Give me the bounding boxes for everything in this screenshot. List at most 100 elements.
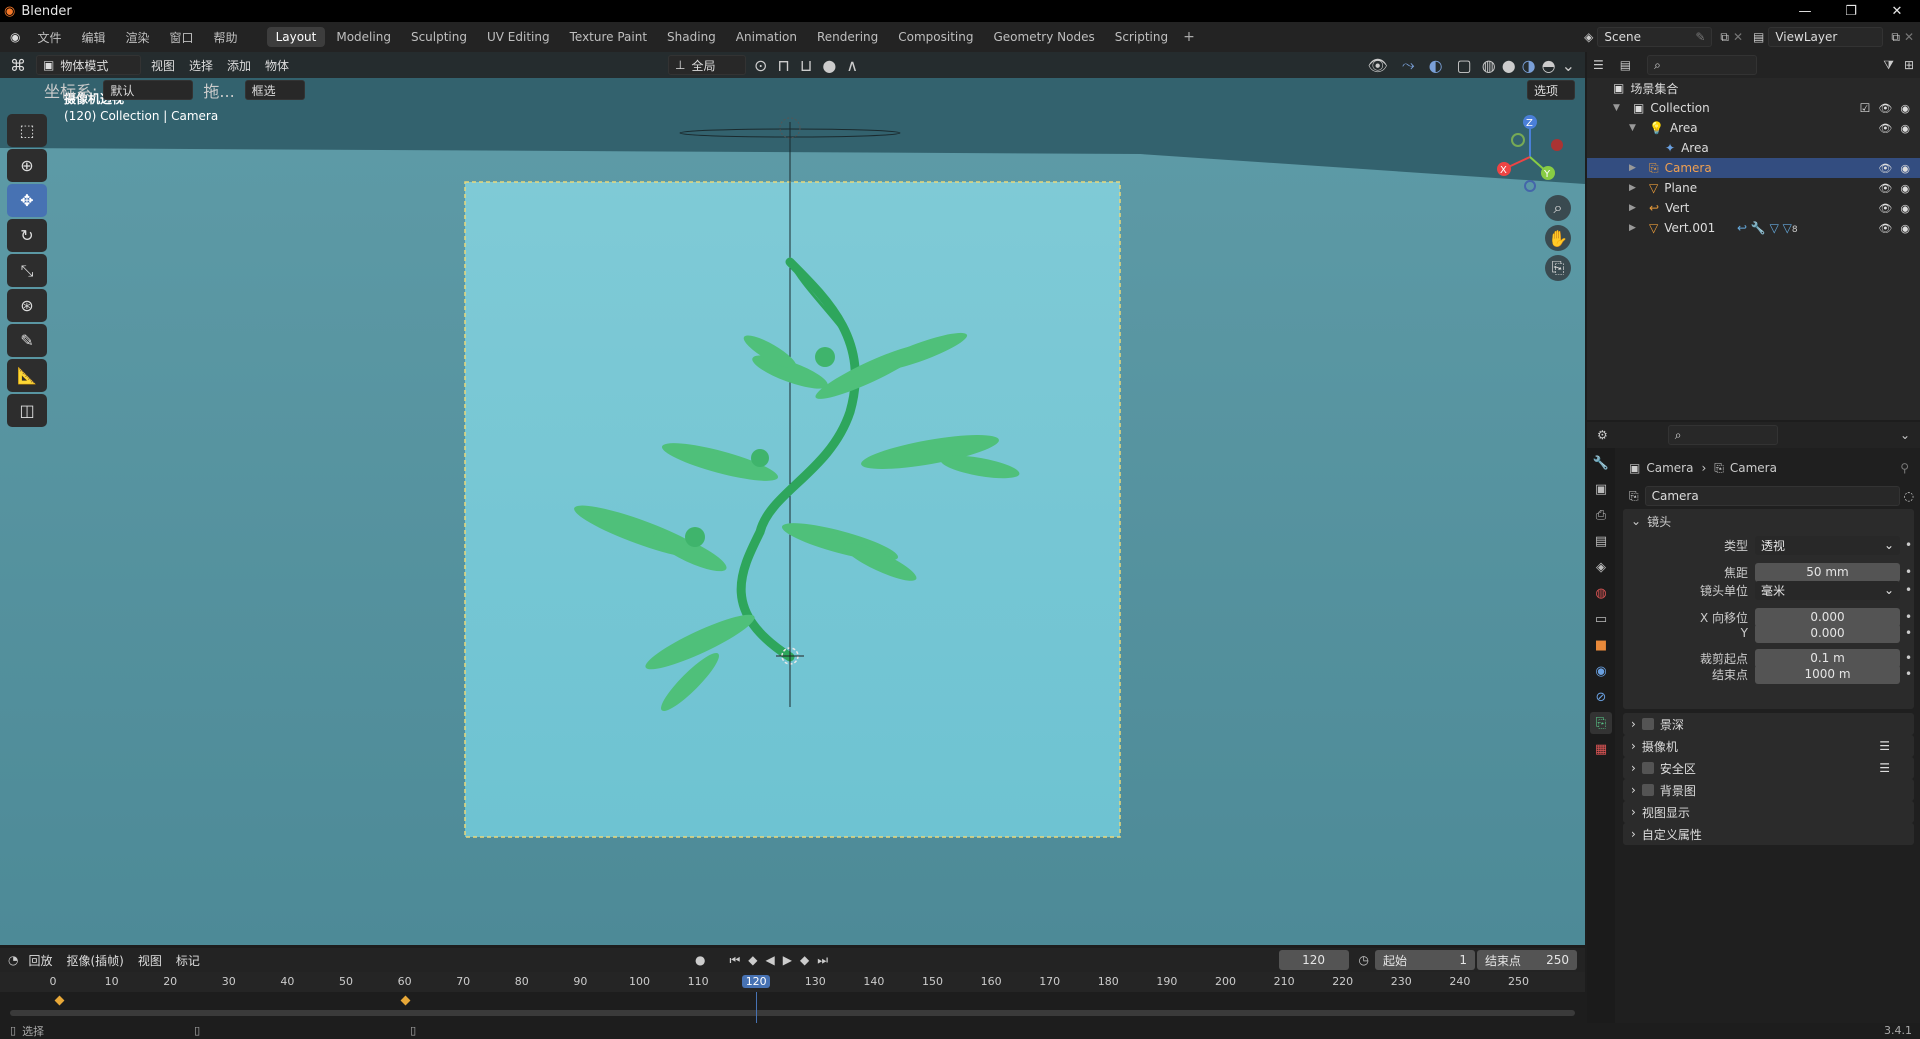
- render-camera-icon[interactable]: ◉: [1900, 202, 1910, 215]
- mode-selector[interactable]: ▣ 物体模式: [36, 55, 141, 75]
- collapsed-panel[interactable]: › 安全区 ☰: [1623, 757, 1914, 779]
- jump-start-icon[interactable]: ⏮: [729, 953, 740, 968]
- view-layer-selector[interactable]: ViewLayer: [1768, 27, 1884, 47]
- workspace-tab[interactable]: Shading: [658, 27, 725, 47]
- outliner-row[interactable]: ▶ ▽ Plane 👁 ◉: [1587, 178, 1920, 198]
- viewport-menu-item[interactable]: 物体: [265, 57, 289, 74]
- keyframe-dot-icon[interactable]: •: [1905, 610, 1912, 624]
- physics-tab-icon[interactable]: ◉: [1590, 660, 1612, 682]
- render-camera-icon[interactable]: ◉: [1900, 102, 1910, 115]
- property-value[interactable]: 1000 m: [1755, 664, 1900, 684]
- eye-icon[interactable]: 👁: [1878, 122, 1892, 135]
- menu-item[interactable]: 编辑: [73, 26, 115, 49]
- blender-menu-icon[interactable]: ◉: [10, 30, 20, 44]
- viewport-menu-item[interactable]: 选择: [189, 57, 213, 74]
- workspace-tab[interactable]: Compositing: [889, 27, 982, 47]
- proportional-icon[interactable]: ●: [822, 56, 836, 75]
- outliner-row[interactable]: ▶ ⎘ Camera 👁 ◉: [1587, 158, 1920, 178]
- camera-data-tab-icon[interactable]: ⎘: [1590, 712, 1612, 734]
- delete-view-layer-icon[interactable]: ✕: [1904, 30, 1914, 44]
- play-icon[interactable]: ▶: [783, 953, 792, 967]
- keyframe-dot-icon[interactable]: •: [1905, 626, 1912, 640]
- select-box-tool-icon[interactable]: ⬚: [7, 114, 47, 147]
- snap-target-icon[interactable]: ⊔: [800, 56, 812, 75]
- outliner-row[interactable]: ▼ 💡 Area 👁 ◉: [1587, 118, 1920, 138]
- wireframe-shading-icon[interactable]: ◍: [1482, 56, 1496, 75]
- checkbox-icon[interactable]: ☑: [1860, 101, 1871, 115]
- object-tab-icon[interactable]: ■: [1590, 634, 1612, 656]
- workspace-tab[interactable]: Scripting: [1106, 27, 1177, 47]
- scale-tool-icon[interactable]: ⤡: [7, 254, 47, 287]
- property-value[interactable]: 50 mm: [1755, 562, 1900, 582]
- outliner-search[interactable]: ⌕: [1647, 55, 1758, 75]
- zoom-icon[interactable]: ⌕: [1545, 195, 1571, 221]
- property-value[interactable]: 透视 ⌄: [1755, 535, 1900, 555]
- camera-datablock-icon[interactable]: ⎘: [1629, 489, 1639, 504]
- rendered-shading-icon[interactable]: ◓: [1542, 56, 1556, 75]
- new-scene-icon[interactable]: ⧉: [1720, 30, 1729, 45]
- transform-tool-icon[interactable]: ⊛: [7, 289, 47, 322]
- playhead[interactable]: [756, 992, 758, 1023]
- eye-icon[interactable]: 👁: [1878, 162, 1892, 175]
- render-camera-icon[interactable]: ◉: [1900, 222, 1910, 235]
- view-layer-tab-icon[interactable]: ▤: [1590, 530, 1612, 552]
- next-keyframe-icon[interactable]: ◆: [800, 953, 809, 967]
- 3d-viewport[interactable]: 摄像机透视 (120) Collection | Camera ⌘ ▣ 物体模式 …: [0, 52, 1585, 945]
- keyframe-dot-icon[interactable]: •: [1905, 667, 1912, 681]
- constraint-tab-icon[interactable]: ⊘: [1590, 686, 1612, 708]
- current-frame-field[interactable]: 120: [1278, 950, 1349, 970]
- options-button[interactable]: 选项: [1527, 80, 1575, 100]
- add-workspace-icon[interactable]: +: [1183, 29, 1195, 45]
- shading-options-icon[interactable]: ⌄: [1562, 56, 1575, 75]
- new-view-layer-icon[interactable]: ⧉: [1891, 30, 1900, 45]
- add-cube-tool-icon[interactable]: ◫: [7, 394, 47, 427]
- restore-icon[interactable]: ❐: [1828, 4, 1874, 19]
- end-frame-field[interactable]: 结束点 250: [1477, 950, 1577, 970]
- material-shading-icon[interactable]: ◑: [1522, 56, 1536, 75]
- keyframe-dot-icon[interactable]: •: [1905, 565, 1912, 579]
- workspace-tab[interactable]: UV Editing: [478, 27, 559, 47]
- timeline-menu-item[interactable]: 标记: [176, 952, 200, 969]
- scene-selector[interactable]: Scene ✎: [1597, 27, 1713, 47]
- gizmo-icon[interactable]: ⤳: [1402, 55, 1415, 75]
- outliner-row[interactable]: ▶ ▽ Vert.001 👁 ◉ ↩ 🔧 ▽ ▽8: [1587, 218, 1920, 238]
- scene-tab-icon[interactable]: ◈: [1590, 556, 1612, 578]
- view-layer-icon[interactable]: ▤: [1753, 30, 1764, 44]
- delete-scene-icon[interactable]: ✕: [1733, 30, 1743, 44]
- fake-user-icon[interactable]: ◌: [1904, 489, 1914, 503]
- collapsed-panel[interactable]: › 摄像机 ☰: [1623, 735, 1914, 757]
- menu-item[interactable]: 帮助: [205, 26, 247, 49]
- render-camera-icon[interactable]: ◉: [1900, 162, 1910, 175]
- timeline-track[interactable]: 0 10 20 30 40 50 60 70 80 90 100 110 120 130 140 150 160…: [0, 972, 1585, 1023]
- outliner-row[interactable]: ▶ ↩ Vert 👁 ◉: [1587, 198, 1920, 218]
- world-tab-icon[interactable]: ◍: [1590, 582, 1612, 604]
- new-collection-icon[interactable]: ⊞: [1904, 58, 1914, 72]
- navigation-gizmo[interactable]: Z X Y: [1490, 112, 1570, 192]
- disclosure-triangle-icon[interactable]: ▶: [1629, 223, 1643, 233]
- outliner-editor-icon[interactable]: ☰: [1593, 58, 1604, 72]
- eye-icon[interactable]: 👁: [1878, 182, 1892, 195]
- editor-type-icon[interactable]: ⌘: [10, 56, 26, 75]
- menu-item[interactable]: 窗口: [161, 26, 203, 49]
- pivot-icon[interactable]: ⊙: [754, 56, 767, 75]
- timeline-menu-item[interactable]: 回放: [28, 952, 52, 969]
- lens-panel-header[interactable]: ⌄ 镜头: [1623, 509, 1914, 533]
- workspace-tab[interactable]: Geometry Nodes: [984, 27, 1103, 47]
- workspace-tab[interactable]: Animation: [727, 27, 806, 47]
- property-value[interactable]: 毫米 ⌄: [1755, 580, 1900, 600]
- viewport-menu-item[interactable]: 添加: [227, 57, 251, 74]
- rotate-tool-icon[interactable]: ↻: [7, 219, 47, 252]
- display-mode-icon[interactable]: ▤: [1620, 58, 1631, 72]
- play-reverse-icon[interactable]: ◀: [766, 953, 775, 967]
- timeline-menu-item[interactable]: 视图: [138, 952, 162, 969]
- render-camera-icon[interactable]: ◉: [1900, 182, 1910, 195]
- coord-selector[interactable]: 默认: [103, 80, 194, 100]
- collapsed-panel[interactable]: › 自定义属性: [1623, 823, 1914, 845]
- preset-list-icon[interactable]: ☰: [1879, 761, 1890, 775]
- visibility-icon[interactable]: 👁: [1368, 56, 1388, 75]
- workspace-tab[interactable]: Sculpting: [402, 27, 476, 47]
- disclosure-triangle-icon[interactable]: ▼: [1613, 103, 1627, 113]
- select-mode[interactable]: 框选: [244, 80, 305, 100]
- falloff-icon[interactable]: ∧: [846, 56, 858, 75]
- annotate-tool-icon[interactable]: ✎: [7, 324, 47, 357]
